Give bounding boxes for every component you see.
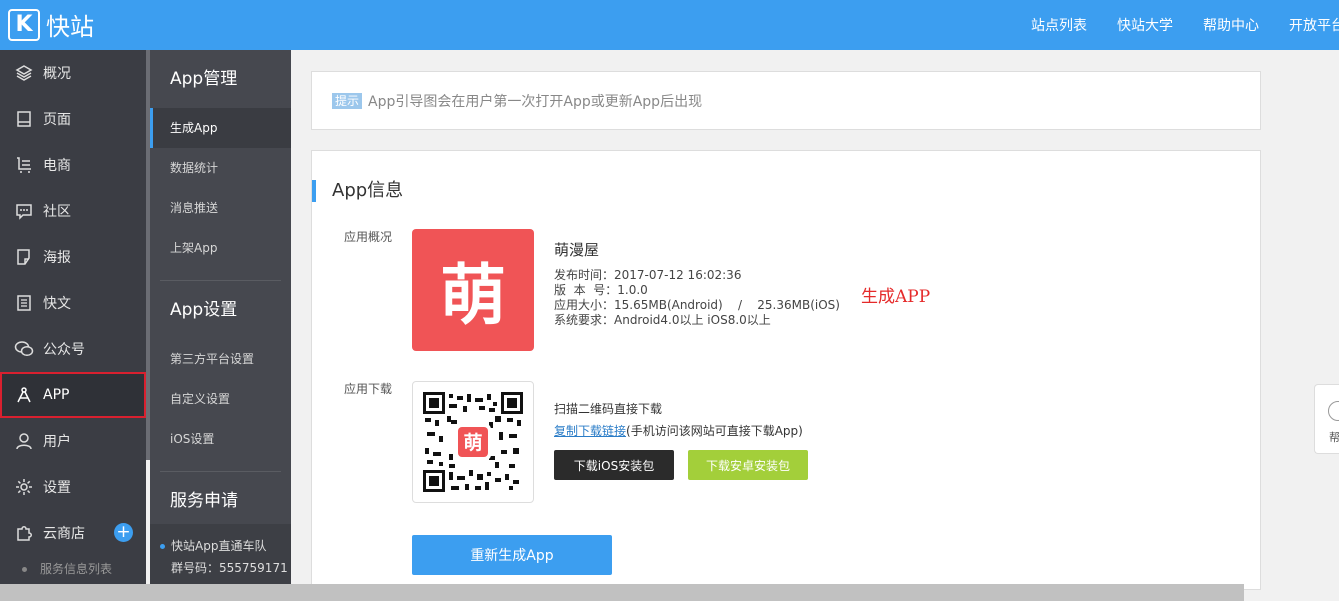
publish-time: 发布时间：2017-07-12 16:02:36 (554, 268, 742, 282)
sidebar-item-label: 设置 (43, 480, 71, 496)
sidebar-item-label: APP (43, 387, 70, 403)
secondary-nav: App管理 生成App 数据统计 消息推送 上架App App设置 第三方平台设… (150, 50, 291, 601)
sidebar-item-settings[interactable]: 设置 (0, 464, 146, 510)
sidebar-item-label: 用户 (43, 434, 71, 450)
gear-icon (14, 477, 34, 497)
sidebar: 概况 页面 电商 社区 海报 快文 公众号 APP 用户 设置 云商店 + 服务… (0, 50, 146, 601)
app-logo-icon: 萌 (412, 229, 534, 351)
tip-tag: 提示 (332, 92, 363, 109)
annotation-text: 生成APP (861, 287, 931, 307)
download-ios-button[interactable]: 下载iOS安装包 (554, 450, 674, 480)
subnav-custom-settings[interactable]: 自定义设置 (150, 379, 291, 419)
sidebar-item-overview[interactable]: 概况 (0, 50, 146, 96)
nav-university[interactable]: 快站大学 (1117, 15, 1173, 35)
qr-code-image: 萌 (423, 392, 523, 492)
copy-link[interactable]: 复制下载链接 (554, 424, 626, 438)
subnav-third-party[interactable]: 第三方平台设置 (150, 339, 291, 379)
logo-icon: K (8, 8, 40, 41)
sidebar-item-community[interactable]: 社区 (0, 188, 146, 234)
nav-open-platform[interactable]: 开放平台 (1289, 15, 1339, 35)
app-meta: 发布时间：2017-07-12 16:02:36 版 本 号：1.0.0 应用大… (554, 268, 840, 328)
sidebar-item-label: 电商 (43, 158, 71, 174)
download-info: 扫描二维码直接下载 复制下载链接(手机访问该网站可直接下载App) (554, 398, 803, 442)
chat-icon (14, 201, 34, 221)
sidebar-item-label: 页面 (43, 112, 71, 128)
app-size: 应用大小：15.65MB(Android) / 25.36MB(iOS) (554, 298, 840, 312)
sidebar-item-cloud-store[interactable]: 云商店 + (0, 510, 146, 556)
document-icon (14, 293, 34, 313)
group-number: 群号码：555759171 (171, 561, 288, 575)
help-icon (1328, 401, 1339, 421)
download-android-button[interactable]: 下载安卓安装包 (688, 450, 808, 480)
layers-icon (14, 63, 34, 83)
subnav-push[interactable]: 消息推送 (150, 188, 291, 228)
add-icon[interactable]: + (114, 523, 133, 542)
tip-banner: 提示 App引导图会在用户第一次打开App或更新App后出现 (311, 71, 1261, 130)
app-info-card: App信息 应用概况 萌 萌漫屋 发布时间：2017-07-12 16:02:3… (311, 150, 1261, 590)
copy-link-note: (手机访问该网站可直接下载App) (626, 424, 803, 438)
service-heading: 服务申请 (170, 491, 238, 511)
subnav-generate-app[interactable]: 生成App (150, 108, 291, 148)
puzzle-icon (14, 523, 34, 543)
sidebar-item-label: 公众号 (43, 342, 85, 358)
cart-icon (14, 155, 34, 175)
sidebar-item-label: 社区 (43, 204, 71, 220)
app-manage-heading: App管理 (170, 69, 238, 89)
bullet-icon (160, 544, 165, 549)
sidebar-item-users[interactable]: 用户 (0, 418, 146, 464)
top-bar: K 快站 站点列表 快站大学 帮助中心 开放平台 (0, 0, 1339, 50)
section-title: App信息 (312, 180, 403, 202)
requirements: 系统要求：Android4.0以上 iOS8.0以上 (554, 313, 771, 327)
tip-text: App引导图会在用户第一次打开App或更新App后出现 (368, 93, 703, 110)
scan-text: 扫描二维码直接下载 (554, 402, 663, 416)
poster-icon (14, 247, 34, 267)
qr-center-logo: 萌 (463, 431, 482, 454)
qr-code: 萌 (412, 381, 534, 503)
brand-name: 快站 (46, 13, 94, 41)
top-nav: 站点列表 快站大学 帮助中心 开放平台 (1001, 0, 1339, 50)
sidebar-item-label: 海报 (43, 250, 71, 266)
sidebar-subitem-service-list[interactable]: 服务信息列表 (0, 556, 146, 582)
nav-site-list[interactable]: 站点列表 (1031, 15, 1087, 35)
group-name: 快站App直通车队 (171, 539, 267, 553)
sidebar-item-poster[interactable]: 海报 (0, 234, 146, 280)
page-icon (14, 109, 34, 129)
subnav-publish-app[interactable]: 上架App (150, 228, 291, 268)
sidebar-item-ecommerce[interactable]: 电商 (0, 142, 146, 188)
sidebar-item-label: 快文 (43, 296, 71, 312)
sidebar-item-quick-article[interactable]: 快文 (0, 280, 146, 326)
horizontal-scrollbar[interactable] (0, 584, 1244, 601)
app-icon (14, 385, 34, 405)
sidebar-item-pages[interactable]: 页面 (0, 96, 146, 142)
sidebar-item-label: 云商店 (43, 526, 85, 542)
sidebar-item-app[interactable]: APP (0, 372, 146, 418)
overview-label: 应用概况 (344, 230, 393, 244)
regenerate-app-button[interactable]: 重新生成App (412, 535, 612, 575)
brand-logo[interactable]: K 快站 (8, 7, 94, 42)
sidebar-item-official-account[interactable]: 公众号 (0, 326, 146, 372)
version: 版 本 号：1.0.0 (554, 283, 648, 297)
wechat-icon (14, 339, 34, 359)
nav-help-center[interactable]: 帮助中心 (1203, 15, 1259, 35)
sidebar-item-label: 概况 (43, 66, 71, 82)
app-name: 萌漫屋 (554, 241, 600, 259)
help-floater-label: 帮 (1329, 431, 1339, 444)
help-floater[interactable]: 帮 (1314, 384, 1339, 454)
user-icon (14, 431, 34, 451)
subnav-ios-settings[interactable]: iOS设置 (150, 419, 291, 459)
download-label: 应用下载 (344, 382, 393, 396)
subnav-statistics[interactable]: 数据统计 (150, 148, 291, 188)
app-settings-heading: App设置 (170, 300, 238, 320)
